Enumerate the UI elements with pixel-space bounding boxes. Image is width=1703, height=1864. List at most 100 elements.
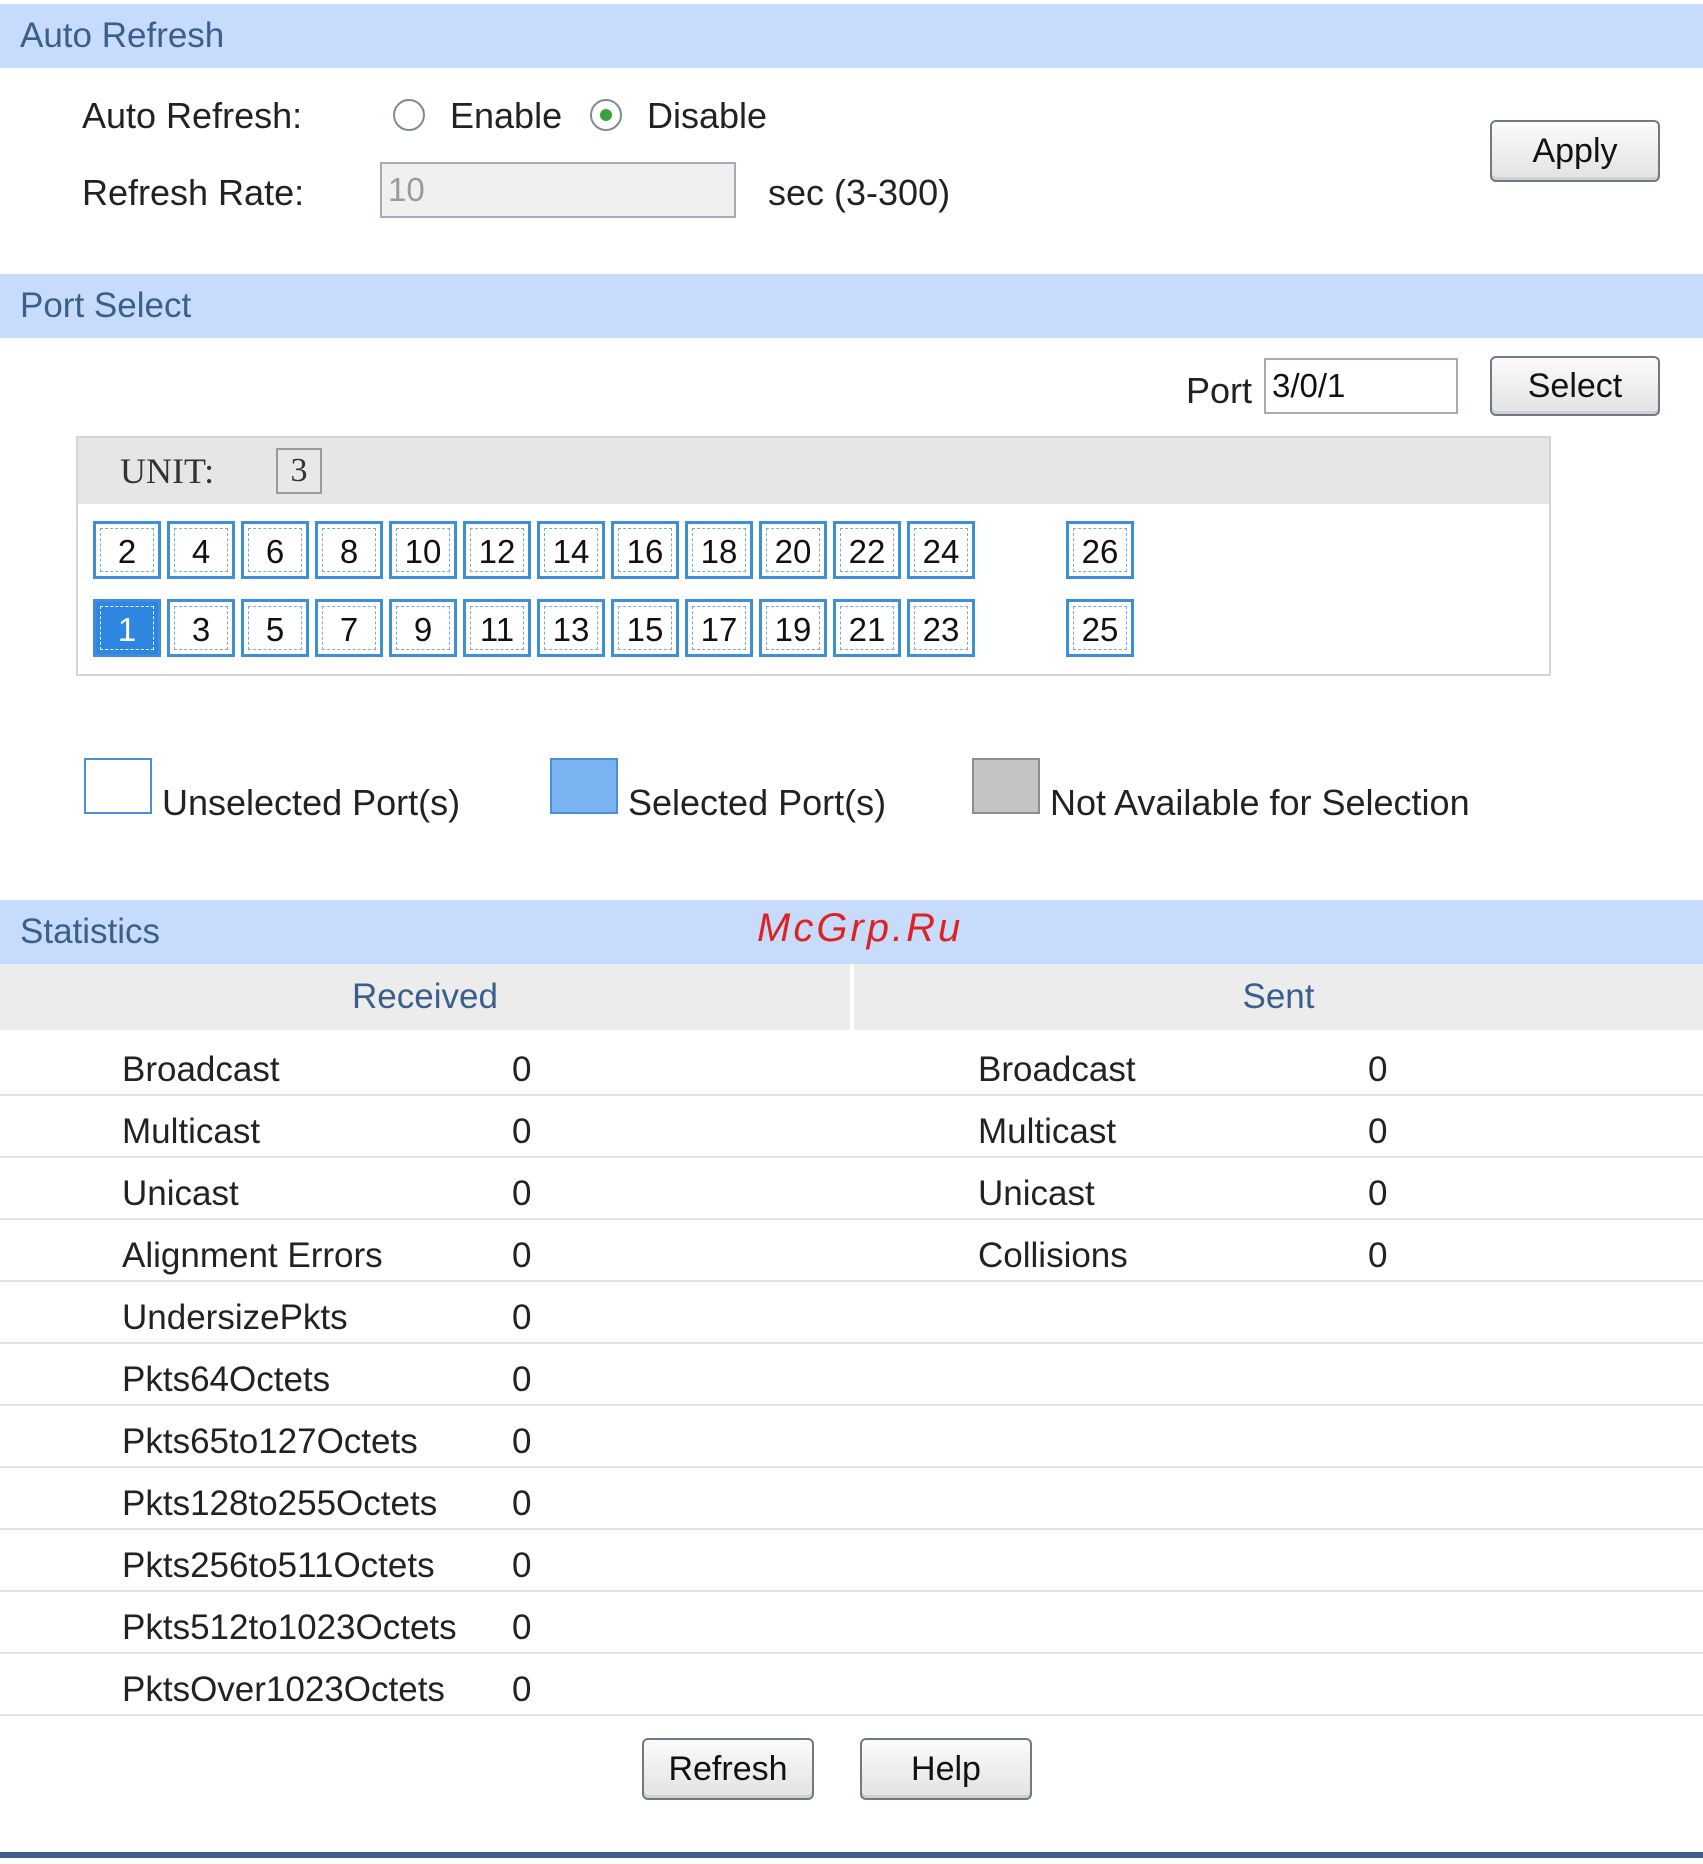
received-stat-value: 0: [512, 1484, 532, 1523]
row-divider: [0, 1404, 1703, 1406]
port-number: 26: [1081, 533, 1119, 570]
watermark: McGrp.Ru: [757, 906, 964, 950]
port-24[interactable]: 24: [907, 521, 975, 579]
row-divider: [0, 1590, 1703, 1592]
port-number: 17: [700, 611, 738, 648]
row-divider: [0, 1466, 1703, 1468]
bottom-rule: [0, 1852, 1703, 1858]
port-22[interactable]: 22: [833, 521, 901, 579]
port-12[interactable]: 12: [463, 521, 531, 579]
sent-stat-value: 0: [1368, 1174, 1388, 1213]
port-15[interactable]: 15: [611, 599, 679, 657]
selected-port-legend-icon: [550, 758, 618, 814]
port-17[interactable]: 17: [685, 599, 753, 657]
sent-stat-name: Multicast: [978, 1112, 1117, 1151]
port-number: 9: [413, 611, 433, 648]
enable-radio[interactable]: [393, 99, 425, 131]
received-stat-value: 0: [512, 1670, 532, 1709]
port-20[interactable]: 20: [759, 521, 827, 579]
port-number: 15: [626, 611, 664, 648]
received-stat-name: Pkts65to127Octets: [122, 1422, 418, 1461]
port-2[interactable]: 2: [93, 521, 161, 579]
received-stat-value: 0: [512, 1236, 532, 1275]
row-divider: [0, 1218, 1703, 1220]
port-number: 16: [626, 533, 664, 570]
port-4[interactable]: 4: [167, 521, 235, 579]
port-25[interactable]: 25: [1066, 599, 1134, 657]
sent-stat-value: 0: [1368, 1112, 1388, 1151]
select-button[interactable]: Select: [1490, 356, 1660, 416]
received-stat-value: 0: [512, 1608, 532, 1647]
port-number: 21: [848, 611, 886, 648]
port-number: 8: [339, 533, 359, 570]
not-available-legend-label: Not Available for Selection: [1050, 782, 1470, 823]
port-number: 24: [922, 533, 960, 570]
sent-stat-name: Collisions: [978, 1236, 1128, 1275]
selected-legend-label: Selected Port(s): [628, 782, 887, 823]
port-8[interactable]: 8: [315, 521, 383, 579]
unselected-port-legend-icon: [84, 758, 152, 814]
port-input[interactable]: [1264, 358, 1458, 414]
received-stat-name: Alignment Errors: [122, 1236, 383, 1275]
received-stat-name: PktsOver1023Octets: [122, 1670, 445, 1709]
enable-label: Enable: [450, 95, 563, 136]
port-number: 23: [922, 611, 960, 648]
unselected-legend-label: Unselected Port(s): [162, 782, 461, 823]
port-13[interactable]: 13: [537, 599, 605, 657]
port-number: 7: [339, 611, 359, 648]
port-6[interactable]: 6: [241, 521, 309, 579]
refresh-rate-label: Refresh Rate:: [82, 172, 305, 213]
refresh-button[interactable]: Refresh: [642, 1738, 814, 1800]
port-14[interactable]: 14: [537, 521, 605, 579]
received-stat-name: Pkts256to511Octets: [122, 1546, 435, 1585]
port-number: 13: [552, 611, 590, 648]
port-9[interactable]: 9: [389, 599, 457, 657]
port-10[interactable]: 10: [389, 521, 457, 579]
port-7[interactable]: 7: [315, 599, 383, 657]
received-stat-name: Multicast: [122, 1112, 261, 1151]
sent-stat-value: 0: [1368, 1236, 1388, 1275]
port-23[interactable]: 23: [907, 599, 975, 657]
port-26[interactable]: 26: [1066, 521, 1134, 579]
row-divider: [0, 1528, 1703, 1530]
refresh-rate-input[interactable]: [380, 162, 736, 218]
help-button[interactable]: Help: [860, 1738, 1032, 1800]
port-number: 18: [700, 533, 738, 570]
row-divider: [0, 1714, 1703, 1716]
port-16[interactable]: 16: [611, 521, 679, 579]
port-11[interactable]: 11: [463, 599, 531, 657]
port-number: 14: [552, 533, 590, 570]
unit-bar: UNIT: 3: [78, 438, 1549, 504]
port-18[interactable]: 18: [685, 521, 753, 579]
sent-stat-name: Broadcast: [978, 1050, 1136, 1089]
received-stat-value: 0: [512, 1360, 532, 1399]
row-divider: [0, 1280, 1703, 1282]
received-header: Received: [0, 964, 850, 1030]
port-select-header: Port Select: [0, 274, 1703, 338]
sent-header: Sent: [854, 964, 1703, 1030]
received-stat-name: Pkts64Octets: [122, 1360, 331, 1399]
port-3[interactable]: 3: [167, 599, 235, 657]
auto-refresh-label: Auto Refresh:: [82, 95, 303, 136]
sent-stat-value: 0: [1368, 1050, 1388, 1089]
port-number: 4: [191, 533, 211, 570]
received-stat-name: Unicast: [122, 1174, 239, 1213]
received-stat-name: Pkts128to255Octets: [122, 1484, 438, 1523]
received-stat-value: 0: [512, 1422, 532, 1461]
unit-value[interactable]: 3: [276, 448, 322, 494]
port-number: 25: [1081, 611, 1119, 648]
port-5[interactable]: 5: [241, 599, 309, 657]
port-number: 1: [117, 611, 137, 648]
disable-label: Disable: [647, 95, 768, 136]
port-21[interactable]: 21: [833, 599, 901, 657]
row-divider: [0, 1342, 1703, 1344]
apply-button[interactable]: Apply: [1490, 120, 1660, 182]
disable-radio[interactable]: [590, 99, 622, 131]
port-number: 19: [774, 611, 812, 648]
not-available-legend-icon: [972, 758, 1040, 814]
received-stat-name: Broadcast: [122, 1050, 280, 1089]
port-1[interactable]: 1: [93, 599, 161, 657]
received-stat-value: 0: [512, 1298, 532, 1337]
received-stat-value: 0: [512, 1174, 532, 1213]
port-19[interactable]: 19: [759, 599, 827, 657]
